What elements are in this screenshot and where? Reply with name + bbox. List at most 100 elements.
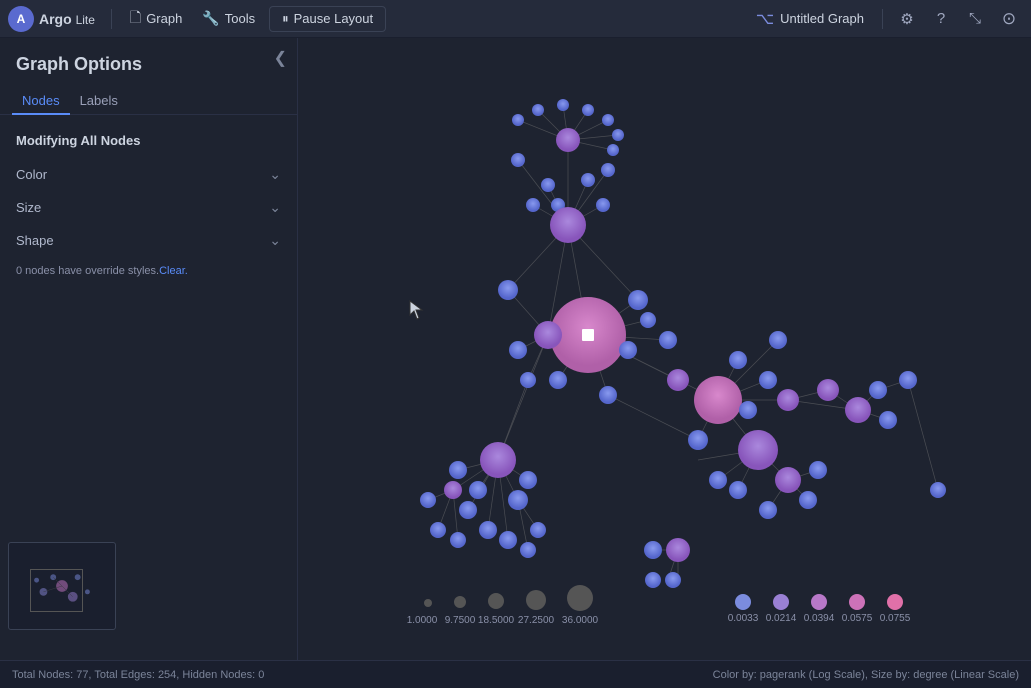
graph-node[interactable] (449, 461, 467, 479)
minimap (8, 542, 116, 630)
svg-text:0.0755: 0.0755 (880, 613, 911, 624)
graph-node[interactable] (450, 532, 466, 548)
graph-canvas-area[interactable]: 1.0000 9.7500 18.5000 27.2500 36.0000 0.… (298, 38, 1031, 660)
graph-node[interactable] (659, 331, 677, 349)
color-option-row[interactable]: Color ⌄ (0, 158, 297, 191)
graph-svg: 1.0000 9.7500 18.5000 27.2500 36.0000 0.… (298, 38, 1031, 660)
graph-node[interactable] (519, 471, 537, 489)
graph-node[interactable] (557, 99, 569, 111)
graph-node[interactable] (541, 178, 555, 192)
collapse-sidebar-button[interactable]: ❮ (274, 48, 287, 68)
graph-node[interactable] (666, 538, 690, 562)
graph-node[interactable] (509, 341, 527, 359)
github-button[interactable]: ⊙ (995, 5, 1023, 33)
graph-node[interactable] (508, 490, 528, 510)
nav-separator-2 (882, 9, 883, 29)
graph-menu-label: Graph (146, 11, 182, 26)
app-name: Argo Lite (39, 11, 95, 27)
graph-node[interactable] (817, 379, 839, 401)
graph-node-center-marker (582, 329, 594, 341)
graph-node[interactable] (520, 372, 536, 388)
graph-node[interactable] (480, 442, 516, 478)
graph-node[interactable] (512, 114, 524, 126)
graph-node[interactable] (709, 471, 727, 489)
document-icon: 🗋 (130, 7, 141, 31)
svg-text:0.0394: 0.0394 (804, 613, 835, 624)
graph-node[interactable] (530, 522, 546, 538)
graph-node[interactable] (775, 467, 801, 493)
svg-text:27.2500: 27.2500 (518, 615, 555, 626)
sidebar: ❮ Graph Options Nodes Labels Modifying A… (0, 38, 298, 660)
graph-node[interactable] (799, 491, 817, 509)
graph-node[interactable] (469, 481, 487, 499)
bottombar: Total Nodes: 77, Total Edges: 254, Hidde… (0, 660, 1031, 688)
nav-separator-1 (111, 9, 112, 29)
svg-text:18.5000: 18.5000 (478, 615, 515, 626)
graph-node[interactable] (430, 522, 446, 538)
graph-node[interactable] (665, 572, 681, 588)
graph-node[interactable] (688, 430, 708, 450)
shape-label: Shape (16, 233, 54, 248)
graph-title-area: ⌥ Untitled Graph (748, 5, 872, 33)
graph-node[interactable] (511, 153, 525, 167)
graph-node[interactable] (581, 173, 595, 187)
graph-node[interactable] (479, 521, 497, 539)
graph-node[interactable] (777, 389, 799, 411)
logo-icon: A (8, 6, 34, 32)
graph-node[interactable] (532, 104, 544, 116)
graph-node[interactable] (759, 371, 777, 389)
graph-node[interactable] (556, 128, 580, 152)
graph-node[interactable] (520, 542, 536, 558)
stats-text: Total Nodes: 77, Total Edges: 254, Hidde… (12, 669, 264, 681)
graph-node[interactable] (879, 411, 897, 429)
graph-node[interactable] (644, 541, 662, 559)
graph-node[interactable] (628, 290, 648, 310)
graph-node[interactable] (599, 386, 617, 404)
graph-node[interactable] (739, 401, 757, 419)
svg-text:36.0000: 36.0000 (562, 615, 599, 626)
graph-node[interactable] (444, 481, 462, 499)
graph-node[interactable] (459, 501, 477, 519)
graph-node[interactable] (729, 351, 747, 369)
tab-nodes[interactable]: Nodes (12, 87, 70, 114)
graph-node[interactable] (738, 430, 778, 470)
graph-node[interactable] (612, 129, 624, 141)
graph-node[interactable] (601, 163, 615, 177)
graph-node[interactable] (550, 207, 586, 243)
graph-node[interactable] (640, 312, 656, 328)
graph-node[interactable] (498, 280, 518, 300)
graph-node[interactable] (759, 501, 777, 519)
graph-node[interactable] (694, 376, 742, 424)
shape-option-row[interactable]: Shape ⌄ (0, 224, 297, 257)
tab-row: Nodes Labels (0, 87, 297, 115)
graph-node[interactable] (534, 321, 562, 349)
graph-node[interactable] (499, 531, 517, 549)
graph-node[interactable] (549, 371, 567, 389)
graph-node[interactable] (769, 331, 787, 349)
pause-layout-button[interactable]: ⏸ Pause Layout (269, 6, 386, 32)
graph-node[interactable] (596, 198, 610, 212)
size-option-row[interactable]: Size ⌄ (0, 191, 297, 224)
graph-node[interactable] (809, 461, 827, 479)
graph-node[interactable] (607, 144, 619, 156)
graph-node[interactable] (420, 492, 436, 508)
clear-overrides-link[interactable]: Clear. (159, 265, 188, 277)
graph-node[interactable] (619, 341, 637, 359)
graph-node[interactable] (845, 397, 871, 423)
graph-node[interactable] (582, 104, 594, 116)
graph-node[interactable] (645, 572, 661, 588)
settings-button[interactable]: ⚙ (893, 5, 921, 33)
graph-node[interactable] (526, 198, 540, 212)
tools-menu-button[interactable]: 🔧 Tools (192, 6, 265, 31)
graph-node[interactable] (667, 369, 689, 391)
graph-menu-button[interactable]: 🗋 Graph (120, 3, 192, 35)
graph-node[interactable] (930, 482, 946, 498)
graph-node[interactable] (729, 481, 747, 499)
minimize-button[interactable]: ⤡ (961, 5, 989, 33)
help-button[interactable]: ? (927, 5, 955, 33)
graph-node[interactable] (899, 371, 917, 389)
graph-node[interactable] (602, 114, 614, 126)
graph-icon: ⌥ (756, 9, 774, 29)
tab-labels[interactable]: Labels (70, 87, 128, 114)
graph-node[interactable] (869, 381, 887, 399)
